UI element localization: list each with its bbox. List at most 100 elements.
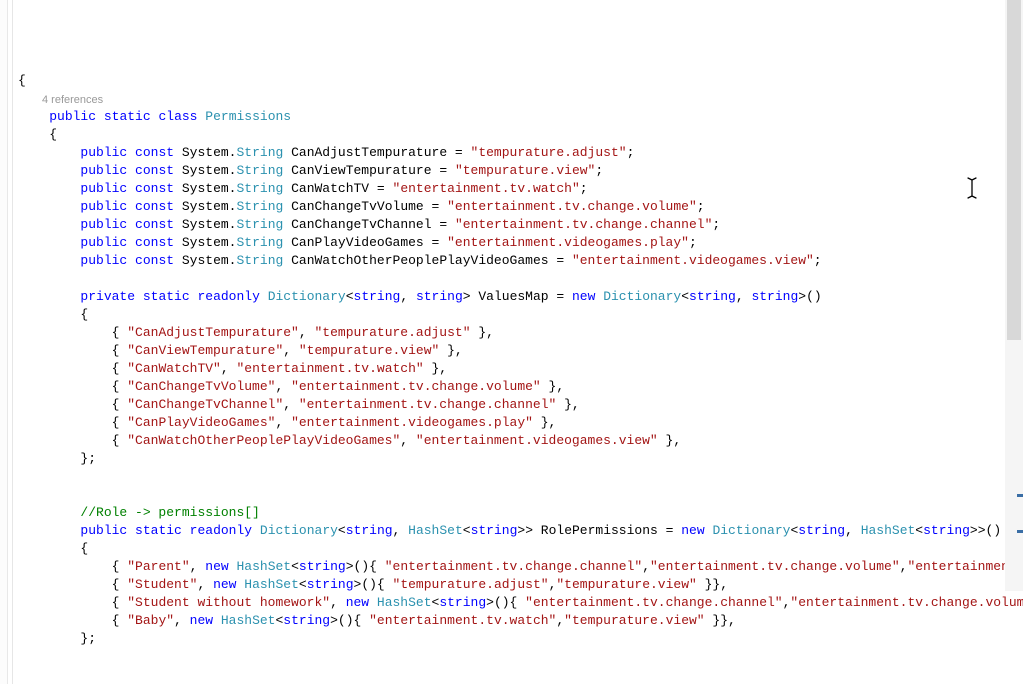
code-line[interactable]: public const System.String CanChangeTvVo…	[18, 198, 1023, 216]
token-comment: //Role -> permissions[]	[80, 505, 259, 520]
code-line[interactable]: { "Student without homework", new HashSe…	[18, 594, 1023, 612]
token-plain	[127, 199, 135, 214]
code-line[interactable]: { "CanChangeTvChannel", "entertainment.t…	[18, 396, 1023, 414]
token-plain: ,	[330, 595, 346, 610]
token-kw: const	[135, 181, 174, 196]
code-line[interactable]: { "Baby", new HashSet<string>(){ "entert…	[18, 612, 1023, 630]
token-kw: private	[80, 289, 135, 304]
code-line[interactable]: public const System.String CanViewTempur…	[18, 162, 1023, 180]
token-plain: > ValuesMap =	[463, 289, 572, 304]
token-plain	[260, 289, 268, 304]
token-plain: }},	[697, 577, 728, 592]
token-plain: ,	[275, 415, 291, 430]
token-type: HashSet	[377, 595, 432, 610]
code-line[interactable]: { "CanAdjustTempurature", "tempurature.a…	[18, 324, 1023, 342]
scrollbar-marker	[1017, 494, 1023, 497]
token-type: Dictionary	[260, 523, 338, 538]
codelens-reference-count[interactable]: 4 references	[18, 90, 1023, 108]
code-line[interactable]: {	[18, 540, 1023, 558]
token-str: "CanWatchOtherPeoplePlayVideoGames"	[127, 433, 400, 448]
token-plain: System.	[174, 145, 236, 160]
code-line[interactable]: public static readonly Dictionary<string…	[18, 522, 1023, 540]
token-plain: System.	[174, 163, 236, 178]
token-kw: new	[572, 289, 595, 304]
token-str: "entertainment.tv.change.channel"	[299, 397, 556, 412]
token-type: String	[236, 235, 283, 250]
token-str: "CanViewTempurature"	[127, 343, 283, 358]
token-kw: public	[80, 163, 127, 178]
code-line[interactable]: public static class Permissions	[18, 108, 1023, 126]
token-plain: ;	[580, 181, 588, 196]
token-kw: const	[135, 145, 174, 160]
code-content[interactable]: {4 references public static class Permis…	[4, 72, 1023, 648]
token-plain: CanPlayVideoGames =	[283, 235, 447, 250]
code-line[interactable]: //Role -> permissions[]	[18, 504, 1023, 522]
code-line[interactable]: public const System.String CanPlayVideoG…	[18, 234, 1023, 252]
code-line[interactable]: { "CanPlayVideoGames", "entertainment.vi…	[18, 414, 1023, 432]
token-str: "entertainment.tv.change.volume"	[291, 379, 541, 394]
token-kw: public	[49, 109, 96, 124]
token-str: "entertainment.tv.watch"	[393, 181, 580, 196]
code-line[interactable]: { "Parent", new HashSet<string>(){ "ente…	[18, 558, 1023, 576]
scrollbar-thumb[interactable]	[1007, 0, 1021, 340]
token-plain: System.	[174, 181, 236, 196]
token-plain: {	[112, 397, 128, 412]
code-line[interactable]: public const System.String CanChangeTvCh…	[18, 216, 1023, 234]
token-plain: >(){	[354, 577, 393, 592]
code-line[interactable]: { "Student", new HashSet<string>(){ "tem…	[18, 576, 1023, 594]
token-plain: ;	[697, 199, 705, 214]
token-kw: const	[135, 235, 174, 250]
code-line[interactable]: };	[18, 450, 1023, 468]
token-kw: string	[346, 523, 393, 538]
code-line[interactable]: { "CanWatchTV", "entertainment.tv.watch"…	[18, 360, 1023, 378]
token-type: String	[236, 181, 283, 196]
token-plain: <	[291, 559, 299, 574]
code-line[interactable]: public const System.String CanWatchOther…	[18, 252, 1023, 270]
token-plain: ;	[627, 145, 635, 160]
code-line[interactable]: { "CanChangeTvVolume", "entertainment.tv…	[18, 378, 1023, 396]
token-plain: >(){	[346, 559, 385, 574]
vertical-scrollbar[interactable]	[1005, 0, 1023, 591]
code-line[interactable]: {	[18, 306, 1023, 324]
token-plain: CanWatchTV =	[283, 181, 392, 196]
token-kw: public	[80, 253, 127, 268]
token-plain: <	[338, 523, 346, 538]
code-line[interactable]: { "CanWatchOtherPeoplePlayVideoGames", "…	[18, 432, 1023, 450]
token-plain: CanAdjustTempurature =	[283, 145, 470, 160]
code-editor[interactable]: {4 references public static class Permis…	[0, 0, 1023, 684]
token-plain: CanViewTempurature =	[283, 163, 455, 178]
code-line[interactable]	[18, 486, 1023, 504]
token-plain: },	[439, 343, 462, 358]
token-kw: new	[205, 559, 228, 574]
code-line[interactable]: {	[18, 126, 1023, 144]
code-line[interactable]: public const System.String CanAdjustTemp…	[18, 144, 1023, 162]
code-line[interactable]: { "CanViewTempurature", "tempurature.vie…	[18, 342, 1023, 360]
scrollbar-marker	[1017, 530, 1023, 533]
token-kw: string	[923, 523, 970, 538]
code-line[interactable]: {	[18, 72, 1023, 90]
token-kw: readonly	[190, 523, 252, 538]
token-plain: System.	[174, 217, 236, 232]
code-line[interactable]	[18, 270, 1023, 288]
token-str: "entertainment.tv.change.channel"	[385, 559, 642, 574]
token-plain: >(){	[486, 595, 525, 610]
token-kw: string	[751, 289, 798, 304]
token-kw: static	[143, 289, 190, 304]
code-line[interactable]: };	[18, 630, 1023, 648]
token-str: "tempurature.view"	[556, 577, 696, 592]
token-type: HashSet	[408, 523, 463, 538]
token-plain: {	[112, 361, 128, 376]
code-line[interactable]: public const System.String CanWatchTV = …	[18, 180, 1023, 198]
code-line[interactable]	[18, 468, 1023, 486]
token-plain: ,	[275, 379, 291, 394]
token-plain: System.	[174, 253, 236, 268]
token-kw: static	[104, 109, 151, 124]
token-plain: ,	[174, 613, 190, 628]
token-plain: {	[112, 595, 128, 610]
token-str: "CanWatchTV"	[127, 361, 221, 376]
token-str: "Baby"	[127, 613, 174, 628]
token-str: "tempurature.adjust"	[393, 577, 549, 592]
token-str: "Student"	[127, 577, 197, 592]
token-str: "tempurature.view"	[455, 163, 595, 178]
code-line[interactable]: private static readonly Dictionary<strin…	[18, 288, 1023, 306]
